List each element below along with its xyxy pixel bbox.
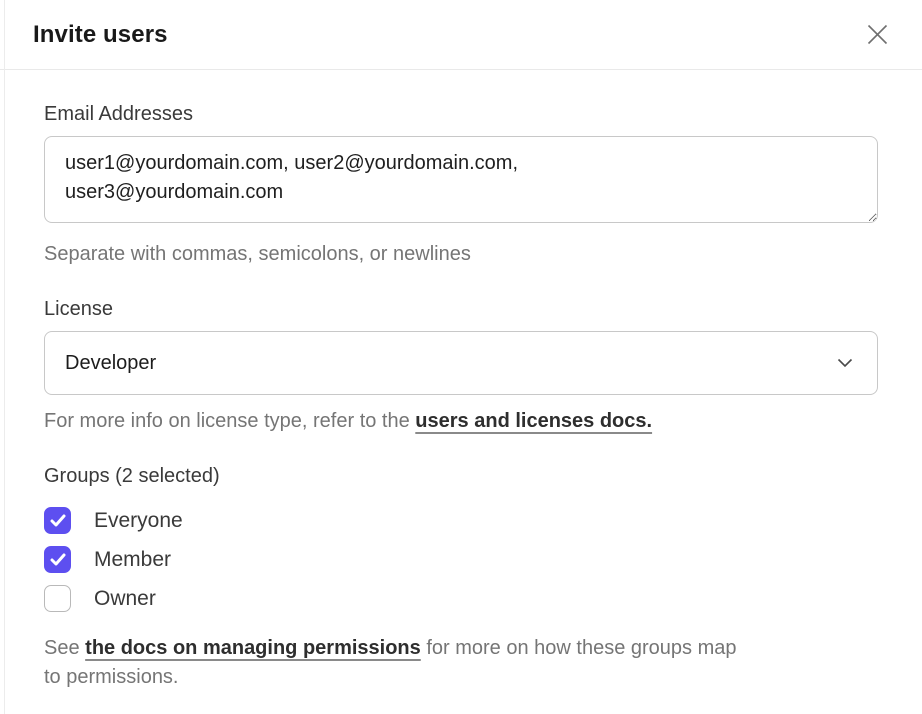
checkmark-icon [50, 514, 66, 527]
group-option-member: Member [44, 546, 878, 573]
invite-users-modal: Invite users Email Addresses user1@yourd… [0, 0, 922, 692]
close-button[interactable] [862, 20, 892, 50]
license-selected-value: Developer [65, 352, 156, 375]
email-addresses-field: Email Addresses user1@yourdomain.com, us… [44, 103, 878, 268]
managing-permissions-docs-link[interactable]: the docs on managing permissions [85, 637, 421, 659]
groups-label: Groups (2 selected) [44, 465, 878, 488]
groups-field: Groups (2 selected) Everyone Member [44, 465, 878, 692]
license-field: License Developer For more info on licen… [44, 298, 878, 435]
modal-header: Invite users [0, 0, 922, 70]
group-option-label: Owner [94, 587, 156, 611]
group-option-everyone: Everyone [44, 507, 878, 534]
groups-note-prefix: See [44, 637, 85, 659]
email-addresses-label: Email Addresses [44, 103, 878, 126]
license-label: License [44, 298, 878, 321]
license-select[interactable]: Developer [44, 331, 878, 395]
member-checkbox[interactable] [44, 546, 71, 573]
groups-note-text: See the docs on managing permissions for… [44, 634, 878, 692]
email-helper-text: Separate with commas, semicolons, or new… [44, 241, 878, 268]
everyone-checkbox[interactable] [44, 507, 71, 534]
email-addresses-input[interactable]: user1@yourdomain.com, user2@yourdomain.c… [44, 136, 878, 223]
modal-left-edge [4, 0, 5, 714]
owner-checkbox[interactable] [44, 585, 71, 612]
modal-body: Email Addresses user1@yourdomain.com, us… [0, 70, 922, 692]
group-option-owner: Owner [44, 585, 878, 612]
group-option-label: Everyone [94, 509, 183, 533]
close-icon [866, 23, 889, 46]
license-helper-prefix: For more info on license type, refer to … [44, 410, 415, 432]
chevron-down-icon [837, 358, 853, 368]
modal-title: Invite users [33, 21, 168, 49]
group-option-label: Member [94, 548, 171, 572]
checkmark-icon [50, 553, 66, 566]
users-licenses-docs-link[interactable]: users and licenses docs. [415, 410, 652, 432]
license-helper-text: For more info on license type, refer to … [44, 408, 878, 435]
